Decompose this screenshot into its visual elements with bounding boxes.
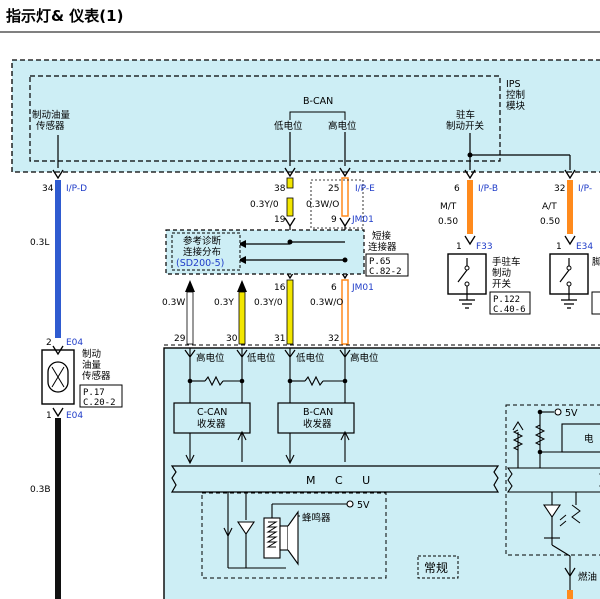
ips-high-level: 高电位	[328, 120, 357, 132]
conn-ip-at: I/P-	[578, 184, 592, 194]
ips-control-module: IPS 控制 模块 制动油量 传感器 B-CAN 低电位 高电位 驻车 制动开关	[11, 59, 600, 173]
pin-29: 29	[174, 334, 186, 344]
right-box-label: 电	[584, 433, 594, 445]
cluster-label-low-1: 低电位	[247, 352, 276, 364]
hand-switch-name-2: 制动	[492, 267, 511, 279]
ips-brake-fluid-label-1: 制动油量	[32, 109, 71, 121]
sensor-name-1: 制动	[82, 348, 101, 360]
ips-name-3: 模块	[506, 100, 526, 112]
jumper-ref-cell: C.82-2	[369, 267, 402, 277]
foot-switch-name: 脚	[592, 257, 600, 268]
spec-0-3y0-top: 0.3Y/0	[250, 200, 279, 210]
ips-brake-fluid-label-2: 传感器	[36, 120, 65, 132]
conn-f33: F33	[476, 242, 493, 252]
conn-ip-e: I/P-E	[355, 184, 375, 194]
diag-reference-box: 参考诊断 连接分布 (SD200-5)	[171, 232, 241, 271]
ips-bcan-label: B-CAN	[303, 96, 333, 107]
pin-e04-1: 1	[46, 411, 52, 421]
right-5v: 5V	[565, 408, 578, 419]
pin-34: 34	[42, 184, 54, 194]
foot-parking-switch: 脚	[549, 253, 600, 315]
spec-0-50-at: 0.50	[540, 217, 560, 227]
jumper-name-2: 连接器	[368, 241, 397, 253]
jumper-name-1: 短接	[372, 230, 392, 242]
hand-switch-name-3: 开关	[492, 278, 512, 290]
cluster-label-high-2: 高电位	[350, 352, 379, 364]
cluster-label-low-2: 低电位	[296, 352, 325, 364]
hand-switch-name-1: 手驻车	[492, 256, 521, 268]
wiring-diagram: 指示灯& 仪表(1) IPS 控制 模块 制动油量 传感器 B-CAN 低电位 …	[0, 7, 600, 599]
brake-fluid-sensor: 制动 油量 传感器 P.17 C.20-2	[41, 345, 123, 418]
conn-ip-b: I/P-B	[478, 184, 498, 194]
pin-38: 38	[274, 184, 286, 194]
pin-32-ip: 32	[554, 184, 565, 194]
pin-1-e34: 1	[556, 242, 562, 252]
diag-line-2: 连接分布	[183, 246, 221, 258]
pin-e04-2: 2	[46, 338, 52, 348]
cluster-label-high-1: 高电位	[196, 352, 225, 364]
spec-0-50-mt: 0.50	[438, 217, 458, 227]
normal-label: 常规	[424, 560, 448, 575]
hand-switch-ref-cell: C.40-6	[493, 305, 526, 315]
jumper-ref-page: P.65	[369, 257, 391, 267]
page-title: 指示灯& 仪表(1)	[6, 7, 123, 25]
pin-6-ipb: 6	[454, 184, 460, 194]
bcan-label-1: B-CAN	[303, 407, 333, 418]
sensor-ref-page: P.17	[83, 388, 105, 398]
conn-jm01-bottom: JM01	[351, 283, 374, 293]
ips-name-2: 控制	[506, 89, 525, 101]
ips-parking-label-1: 驻车	[456, 109, 475, 121]
variant-mt: M/T	[440, 202, 457, 212]
pin-30: 30	[226, 334, 238, 344]
ips-low-level: 低电位	[274, 120, 303, 132]
variant-at: A/T	[542, 202, 557, 212]
conn-jm01-top: JM01	[351, 215, 374, 225]
fuel-label: 燃油	[578, 571, 597, 583]
sensor-ref-cell: C.20-2	[83, 398, 116, 408]
buzzer-5v: 5V	[357, 500, 370, 511]
conn-e04-top: E04	[66, 338, 83, 348]
pin-16: 16	[274, 283, 286, 293]
buzzer-label: 蜂鸣器	[302, 512, 331, 524]
ccan-label-2: 收发器	[197, 418, 226, 430]
sensor-name-3: 传感器	[82, 370, 111, 382]
spec-0-3wo-bottom: 0.3W/O	[310, 298, 343, 308]
diag-line-3: (SD200-5)	[176, 258, 224, 269]
cluster-module: 高电位 低电位 低电位 高电位 C-CAN 收发器 B-CAN 收发器 M C	[163, 344, 600, 599]
pin-6-jm: 6	[331, 283, 337, 293]
pin-25: 25	[328, 184, 339, 194]
spec-0-3b: 0.3B	[30, 485, 51, 495]
pin-31: 31	[274, 334, 285, 344]
ips-name-1: IPS	[506, 79, 521, 90]
pin-19: 19	[274, 215, 286, 225]
ccan-label-1: C-CAN	[197, 407, 227, 418]
spec-0-3wo-top: 0.3W/O	[306, 200, 339, 210]
pin-32: 32	[328, 334, 339, 344]
pin-1-f33: 1	[456, 242, 462, 252]
diag-line-1: 参考诊断	[183, 235, 222, 247]
spec-0-3y: 0.3Y	[214, 298, 234, 308]
sensor-name-2: 油量	[82, 359, 102, 371]
ips-parking-label-2: 制动开关	[446, 120, 485, 132]
hand-parking-switch: 手驻车 制动 开关 P.122 C.40-6	[447, 253, 531, 315]
conn-e34: E34	[576, 242, 593, 252]
spec-0-3l: 0.3L	[30, 238, 49, 248]
spec-0-3w: 0.3W	[162, 298, 185, 308]
conn-ip-d: I/P-D	[66, 184, 87, 194]
hand-switch-ref-page: P.122	[493, 295, 520, 305]
mcu-label: M C U	[306, 474, 378, 487]
bcan-label-2: 收发器	[303, 418, 332, 430]
spec-0-3y0-bottom: 0.3Y/0	[254, 298, 283, 308]
wire-ccan: 0.3W 0.3Y 29 30	[162, 280, 247, 345]
pin-9: 9	[331, 215, 337, 225]
conn-e04-bot: E04	[66, 411, 83, 421]
